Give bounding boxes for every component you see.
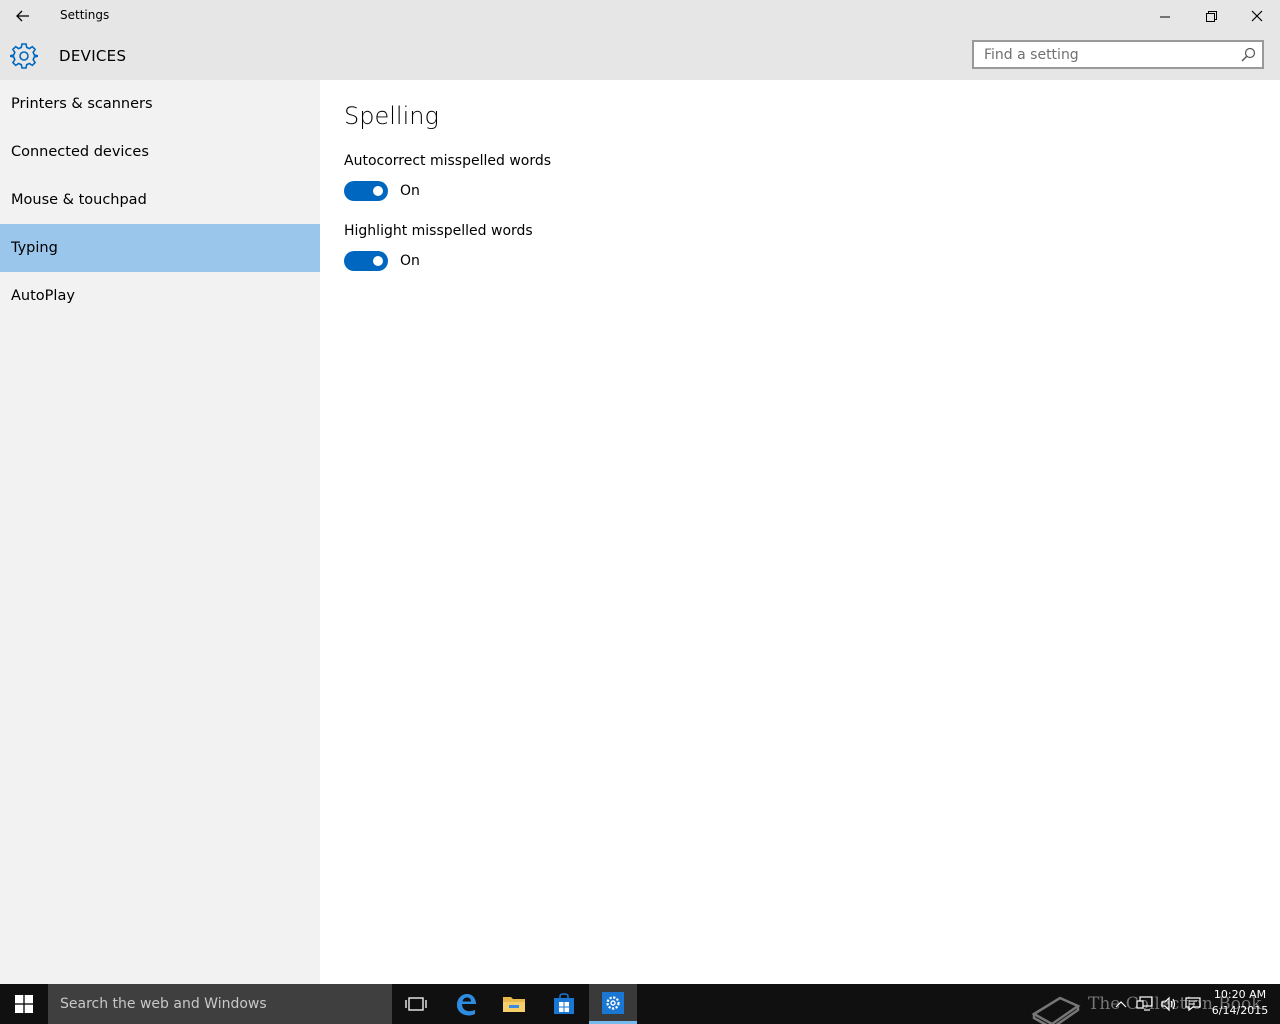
taskbar-search[interactable]: Search the web and Windows [48, 984, 392, 1024]
sidebar-item-connected-devices[interactable]: Connected devices [0, 128, 320, 176]
taskbar: Search the web and Windows The Collectio… [0, 984, 1280, 1024]
clock-time: 10:20 AM [1213, 988, 1267, 1001]
volume-icon [1161, 996, 1176, 1012]
task-view-button[interactable] [392, 984, 440, 1024]
autocorrect-state: On [400, 183, 420, 199]
book-icon [1031, 996, 1081, 1024]
sidebar-item-label: Connected devices [11, 144, 149, 160]
sidebar-item-printers-scanners[interactable]: Printers & scanners [0, 80, 320, 128]
search-input[interactable] [974, 42, 1254, 67]
show-hidden-icons-button[interactable] [1112, 984, 1130, 1024]
sidebar-item-label: Printers & scanners [11, 96, 153, 112]
store-icon [554, 993, 574, 1014]
clock[interactable]: 10:20 AM 6/14/2015 [1208, 987, 1272, 1019]
close-button[interactable] [1234, 0, 1280, 32]
close-icon [1251, 10, 1263, 22]
highlight-label: Highlight misspelled words [344, 223, 533, 239]
page-header: DEVICES [0, 32, 1280, 80]
sidebar-item-mouse-touchpad[interactable]: Mouse & touchpad [0, 176, 320, 224]
settings-gear-icon [602, 991, 624, 1014]
folder-icon [503, 997, 525, 1012]
sidebar-item-label: AutoPlay [11, 288, 75, 304]
back-arrow-icon [16, 10, 29, 22]
restore-button[interactable] [1188, 0, 1234, 32]
title-bar: Settings [0, 0, 1280, 32]
edge-button[interactable] [442, 984, 490, 1024]
windows-logo-icon [15, 995, 33, 1013]
edge-icon [457, 994, 476, 1016]
main-content: Spelling Autocorrect misspelled words On… [320, 80, 1280, 984]
page-title: Spelling [344, 102, 439, 130]
network-button[interactable] [1134, 984, 1156, 1024]
window-title: Settings [60, 8, 110, 22]
minimize-icon [1159, 16, 1170, 17]
autocorrect-label: Autocorrect misspelled words [344, 153, 552, 169]
sidebar: Printers & scanners Connected devices Mo… [0, 80, 320, 984]
sidebar-item-autoplay[interactable]: AutoPlay [0, 272, 320, 320]
autocorrect-toggle[interactable] [344, 181, 388, 201]
task-view-icon [405, 997, 427, 1011]
settings-app-button[interactable] [589, 984, 637, 1024]
minimize-button[interactable] [1142, 0, 1188, 32]
section-title: DEVICES [59, 47, 127, 65]
toggle-knob [373, 186, 383, 196]
toggle-knob [373, 256, 383, 266]
action-center-button[interactable] [1182, 984, 1204, 1024]
sidebar-item-label: Mouse & touchpad [11, 192, 147, 208]
settings-search[interactable] [972, 40, 1264, 69]
clock-date: 6/14/2015 [1211, 1004, 1269, 1017]
store-button[interactable] [540, 984, 588, 1024]
gear-icon [10, 43, 38, 69]
file-explorer-button[interactable] [490, 984, 538, 1024]
sidebar-item-typing[interactable]: Typing [0, 224, 320, 272]
chevron-up-icon [1115, 1001, 1127, 1008]
search-icon[interactable] [1240, 47, 1256, 63]
start-button[interactable] [0, 984, 48, 1024]
sidebar-item-label: Typing [11, 240, 58, 256]
notification-icon [1185, 997, 1201, 1012]
highlight-toggle[interactable] [344, 251, 388, 271]
network-icon [1136, 996, 1153, 1011]
back-button[interactable] [10, 4, 36, 28]
taskbar-search-placeholder: Search the web and Windows [60, 996, 267, 1012]
highlight-state: On [400, 253, 420, 269]
restore-icon [1205, 10, 1217, 22]
volume-button[interactable] [1158, 984, 1180, 1024]
